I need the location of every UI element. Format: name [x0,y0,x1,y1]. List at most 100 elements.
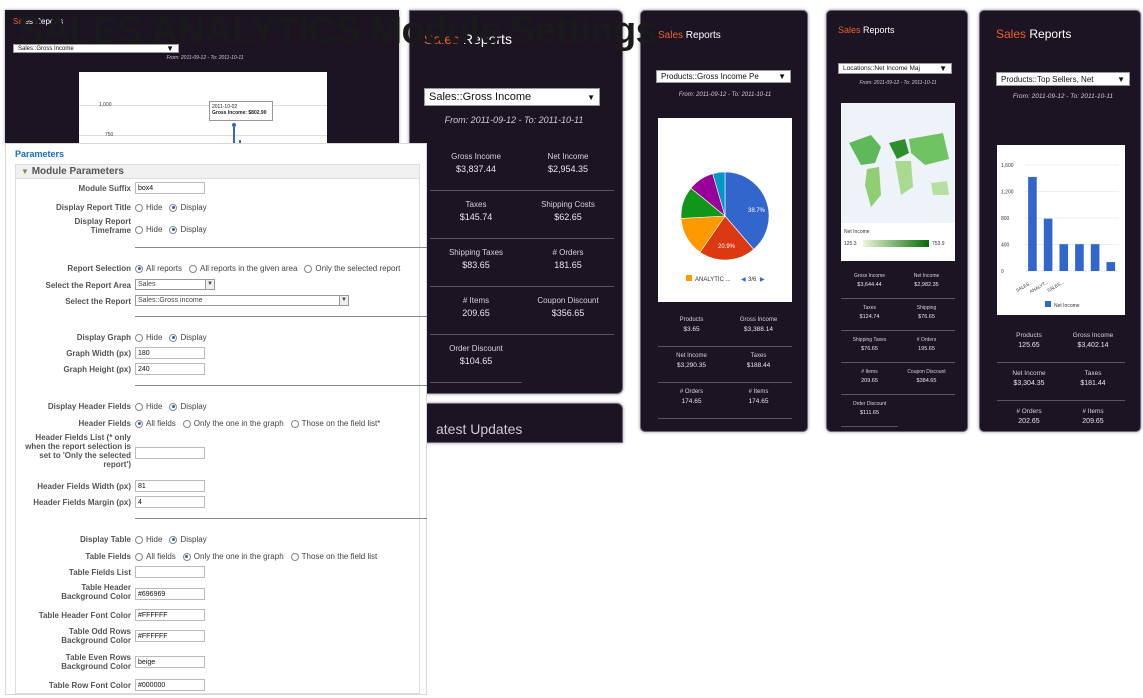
summary-label: Products [1016,331,1042,339]
y-tick: 1,000 [99,102,112,108]
bar[interactable] [1075,244,1084,271]
all-reports-radio[interactable] [135,264,143,273]
display-radio[interactable] [169,535,178,544]
report-select[interactable]: Products::Gross Income Pe ▼ [656,70,791,83]
summary-label: # Orders [1016,407,1042,415]
field-list-radio[interactable] [290,552,299,561]
th-bg-input[interactable]: #696969 [135,588,205,600]
report-select[interactable]: Locations::Net Income Maj ▼ [838,63,952,74]
graph-field-radio[interactable] [182,552,191,561]
bar-chart-area: 1,600 1,200 800 400 0 SALES... ANALYT... SALES.… [997,145,1125,315]
summary-value: $384.65 [916,377,937,384]
field-list-radio[interactable] [290,419,299,428]
header-fields-list-input[interactable] [135,447,205,459]
summary-cell: Shipping Taxes $83.65 [430,239,522,287]
bar[interactable] [1028,176,1037,271]
summary-label: Shipping Costs [541,199,595,209]
row-font-input[interactable]: #000000 [135,679,205,691]
report-select[interactable]: Sales::Gross Income ▼ [424,88,600,106]
chevron-down-icon: ▼ [778,72,786,81]
summary-cell: Gross Income $3,837.44 [430,143,522,191]
summary-cell: Taxes $181.44 [1061,363,1125,401]
report-area-select[interactable]: Sales ▼ [135,279,215,290]
map-legend-title: Net Income [844,229,870,235]
module-suffix-input[interactable]: box4 [135,182,205,194]
summary-value: $3,304.35 [1013,379,1045,387]
hide-radio[interactable] [135,203,143,212]
header-margin-input[interactable]: 4 [135,496,205,508]
header-width-input[interactable]: 81 [135,480,205,492]
divider [135,316,427,317]
summary-label: # Orders [552,247,584,257]
bar[interactable] [1043,218,1053,271]
graph-width-input[interactable]: 180 [135,347,205,359]
table-fields-list-input[interactable] [135,566,205,578]
even-bg-input[interactable]: beige [135,656,205,668]
summary-label: Net Income [676,353,707,360]
summary-value: $3.65 [683,326,700,334]
odd-bg-input[interactable]: #FFFFFF [135,630,205,642]
legend-swatch [1045,301,1051,307]
divider [135,518,427,519]
summary-value: 209.65 [1082,417,1104,425]
date-range: From: 2011-09-12 - To: 2011-10-11 [678,92,772,98]
date-range: From: 2011-09-12 - To: 2011-10-11 [1012,93,1114,100]
summary-cell: Taxes $188.44 [725,347,792,383]
summary-cell: Taxes $124.74 [841,299,898,331]
th-font-input[interactable]: #FFFFFF [135,609,205,621]
bar[interactable] [1106,262,1116,271]
summary-grid: Gross Income $3,644.44 Net Income $2,982.35… [841,267,955,427]
summary-label: Shipping [916,304,937,311]
hide-radio[interactable] [135,225,143,234]
chevron-down-icon: ▼ [205,280,214,289]
chevron-down-icon: ▼ [1117,74,1125,84]
report-select[interactable]: Sales::Gross income ▼ [135,295,349,306]
summary-cell: Net Income $2,982.35 [898,267,955,299]
hide-radio[interactable] [135,402,143,411]
pie-chart: 38.7% 20.9% ANALYTIC ... ◀ 3/6 ▶ [680,171,770,283]
summary-label: Products [679,317,704,324]
summary-cell: Net Income $2,954.35 [522,143,614,191]
summary-grid: Products $3.65 Gross Income $3,388.14 Net In… [658,311,792,419]
prev-page-icon[interactable]: ◀ [741,276,746,283]
graph-height-input[interactable]: 240 [135,363,205,375]
panel-title: Sales Reports [658,30,721,41]
all-fields-radio[interactable] [135,419,143,428]
summary-label: Net Income [547,151,589,161]
all-fields-radio[interactable] [135,552,143,561]
parameters-box: ▼ Module Parameters Module Suffix box4 Di… [15,164,427,694]
area-reports-radio[interactable] [189,264,198,273]
summary-label: Order Discount [852,400,887,407]
display-radio[interactable] [169,402,178,411]
chevron-down-icon: ▼ [939,64,947,73]
module-parameters-header[interactable]: ▼ Module Parameters [16,165,419,179]
bar[interactable] [1090,244,1100,271]
display-radio[interactable] [169,333,178,342]
map-region[interactable] [931,181,949,195]
bar[interactable] [1059,244,1069,271]
display-radio[interactable] [169,225,178,234]
summary-label: Taxes [750,353,767,360]
summary-label: Order Discount [449,343,503,353]
summary-label: # Orders [916,336,937,343]
date-range: From: 2011-09-12 - To: 2011-10-11 [166,55,244,61]
summary-cell: # Items 209.65 [841,363,898,395]
summary-cell: # Orders 202.65 [997,401,1061,431]
world-map: Net Income 125.3 753.9 [841,103,955,247]
module-settings-form: Parameters ▼ Module Parameters Module Su… [5,143,427,695]
hide-radio[interactable] [135,535,143,544]
summary-label: # Items [462,295,490,305]
summary-label: Gross Income [1072,331,1114,339]
selected-report-radio[interactable] [304,264,313,273]
next-page-icon[interactable]: ▶ [760,276,765,283]
y-tick-label: 1,200 [1001,190,1014,196]
summary-label: Taxes [465,199,487,209]
graph-field-radio[interactable] [182,419,191,428]
display-radio[interactable] [169,203,178,212]
summary-value: $3,644.44 [857,281,882,288]
report-select[interactable]: Products::Top Sellers, Net ▼ [996,72,1130,86]
summary-label: Coupon Discount [907,368,946,375]
summary-cell: # Items 209.65 [1061,401,1125,431]
summary-label: Taxes [862,304,877,311]
hide-radio[interactable] [135,333,143,342]
